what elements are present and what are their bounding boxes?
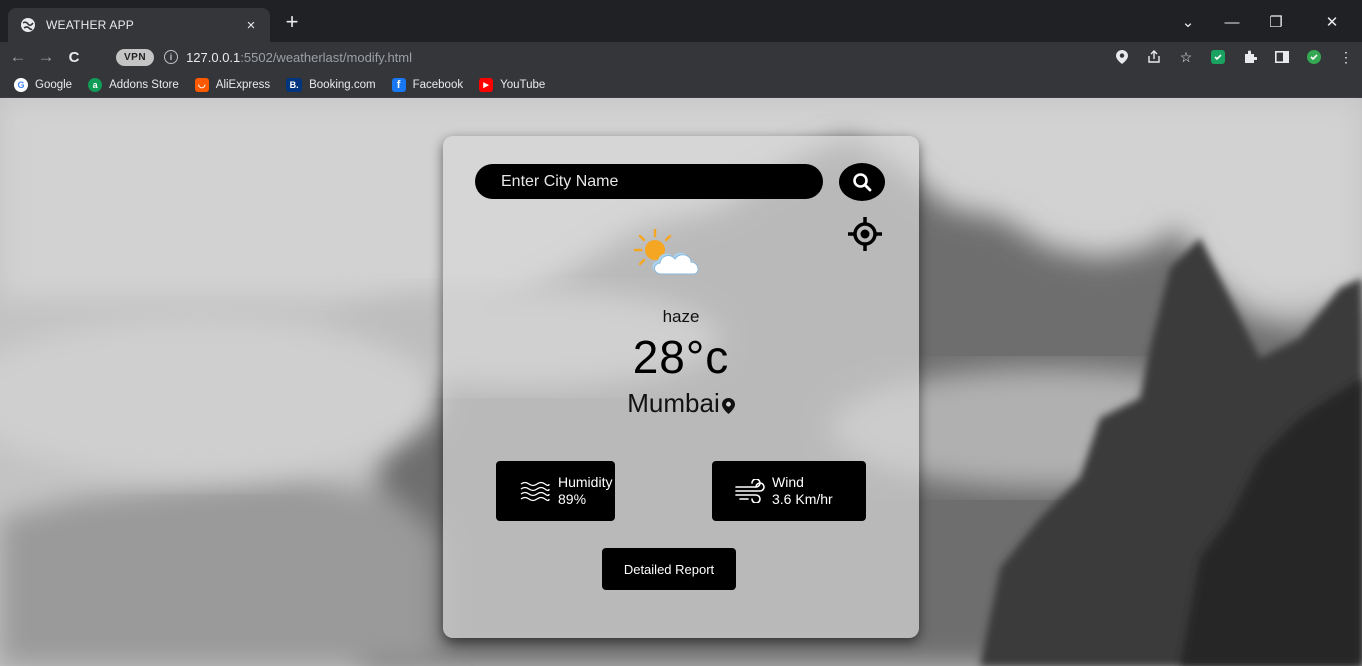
- vpn-badge[interactable]: VPN: [116, 48, 155, 66]
- crosshair-icon: [848, 217, 882, 251]
- bookmarks-bar: G Google a Addons Store ◡ AliExpress B. …: [0, 72, 1362, 98]
- new-tab-button[interactable]: +: [280, 11, 304, 35]
- wind-icon: [735, 479, 765, 503]
- bookmark-label: Facebook: [412, 78, 464, 91]
- addons-store-icon: a: [88, 77, 103, 92]
- url-path: :5502/weatherlast/modify.html: [240, 49, 413, 65]
- forward-button[interactable]: →: [32, 44, 60, 70]
- search-button[interactable]: [839, 163, 885, 201]
- booking-icon: B.: [286, 77, 303, 92]
- bookmark-google[interactable]: G Google: [14, 77, 73, 92]
- detailed-report-button[interactable]: Detailed Report: [602, 548, 736, 590]
- minimize-button[interactable]: —: [1210, 8, 1254, 36]
- url-host: 127.0.0.1: [186, 49, 241, 65]
- location-icon[interactable]: [1106, 45, 1138, 69]
- bookmark-label: Addons Store: [109, 78, 179, 91]
- back-button[interactable]: ←: [4, 44, 32, 70]
- address-bar[interactable]: VPN i 127.0.0.1:5502/weatherlast/modify.…: [116, 45, 1362, 69]
- bookmark-label: Booking.com: [309, 78, 376, 91]
- reload-button[interactable]: C: [60, 44, 88, 70]
- sun-cloud-icon: [633, 228, 699, 275]
- bookmark-addons-store[interactable]: a Addons Store: [88, 77, 179, 92]
- toolbar-icons: ☆ ⋮: [1106, 45, 1362, 69]
- bookmark-star-icon[interactable]: ☆: [1170, 45, 1202, 69]
- humidity-box: Humidity 89%: [496, 461, 615, 521]
- browser-tab-bar: WEATHER APP × + ⌄ — ❐ ✕: [0, 0, 1362, 42]
- wind-label: Wind: [772, 474, 804, 490]
- humidity-value: 89%: [558, 491, 587, 507]
- bookmark-booking[interactable]: B. Booking.com: [286, 77, 376, 92]
- city-search-input[interactable]: [475, 164, 823, 199]
- extension-shield-icon[interactable]: [1202, 45, 1234, 69]
- weather-condition: haze: [662, 307, 700, 326]
- search-icon: [853, 173, 872, 192]
- menu-kebab-icon[interactable]: ⋮: [1330, 45, 1362, 69]
- browser-tab[interactable]: WEATHER APP ×: [8, 8, 270, 42]
- bookmark-label: YouTube: [500, 78, 546, 91]
- city-name: Mumbai: [627, 388, 720, 418]
- restore-button[interactable]: ❐: [1254, 8, 1298, 36]
- tab-close-icon[interactable]: ×: [242, 17, 260, 34]
- google-icon: G: [14, 77, 28, 92]
- globe-icon: [21, 18, 35, 32]
- share-icon[interactable]: [1138, 45, 1170, 69]
- weather-card: haze 28°c Mumbai Humidity 89%: [443, 136, 919, 638]
- extensions-puzzle-icon[interactable]: [1234, 45, 1266, 69]
- side-panel-icon[interactable]: [1266, 45, 1298, 69]
- profile-check-icon[interactable]: [1298, 45, 1330, 69]
- info-icon[interactable]: i: [164, 50, 179, 64]
- page-viewport: haze 28°c Mumbai Humidity 89%: [0, 98, 1362, 666]
- bookmark-label: Google: [35, 78, 73, 91]
- temperature: 28°c: [632, 331, 730, 383]
- bookmark-facebook[interactable]: f Facebook: [391, 77, 464, 92]
- humidity-label: Humidity: [558, 474, 613, 490]
- wind-box: Wind 3.6 Km/hr: [712, 461, 866, 521]
- tab-search-icon[interactable]: ⌄: [1166, 8, 1210, 36]
- bookmark-aliexpress[interactable]: ◡ AliExpress: [194, 77, 271, 92]
- bookmark-label: AliExpress: [215, 78, 271, 91]
- youtube-icon: ▶: [479, 77, 494, 92]
- close-window-button[interactable]: ✕: [1310, 8, 1354, 36]
- current-location-button[interactable]: [845, 216, 885, 252]
- humidity-waves-icon: [520, 481, 550, 502]
- bookmark-youtube[interactable]: ▶ YouTube: [479, 77, 546, 92]
- city-row: Mumbai: [443, 388, 919, 419]
- aliexpress-icon: ◡: [194, 77, 209, 92]
- wind-value: 3.6 Km/hr: [772, 491, 833, 507]
- location-pin-icon: [721, 397, 735, 414]
- facebook-icon: f: [391, 77, 406, 92]
- browser-toolbar: ← → C VPN i 127.0.0.1:5502/weatherlast/m…: [0, 42, 1362, 72]
- tab-title: WEATHER APP: [46, 18, 134, 32]
